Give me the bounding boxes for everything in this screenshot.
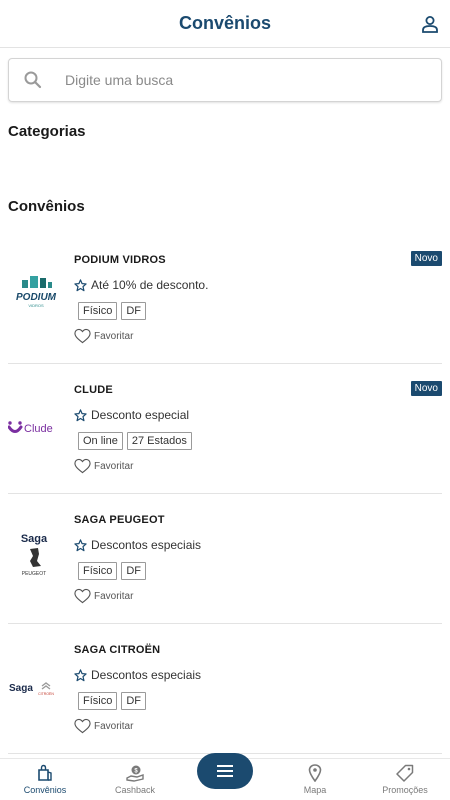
page-title: Convênios (178, 13, 271, 33)
star-icon (74, 538, 87, 551)
heart-icon (74, 588, 91, 604)
discount-text: Até 10% de desconto. (91, 278, 209, 292)
profile-button[interactable] (418, 12, 442, 36)
star-icon (74, 278, 87, 291)
heart-icon (74, 458, 91, 474)
discount-row: Descontos especiais (74, 668, 201, 682)
card-name: SAGA PEUGEOT (74, 514, 165, 526)
list-item[interactable]: Saga PEUGEOT SAGA PEUGEOT Descontos espe… (8, 494, 442, 624)
new-badge: Novo (410, 381, 442, 396)
saga-peugeot-logo: Saga PEUGEOT (8, 530, 64, 586)
search-icon (24, 71, 42, 89)
discount-text: Descontos especiais (91, 538, 202, 552)
heart-icon (74, 718, 91, 734)
svg-text:PEUGEOT: PEUGEOT (22, 571, 46, 577)
nav-label: Mapa (303, 785, 327, 795)
list-item[interactable]: Saga CITROËN SAGA CITROËN Descontos espe… (8, 624, 442, 754)
search-input[interactable] (65, 72, 405, 88)
svg-text:Clude: Clude (24, 423, 53, 435)
clude-logo: Clude (8, 400, 64, 456)
saga-citroen-logo: Saga CITROËN (8, 660, 64, 716)
star-icon (74, 668, 87, 681)
nav-label: Convênios (23, 785, 67, 795)
agreements-list: PODIUM VIDROS PODIUM VIDROS Novo Até 10%… (8, 234, 442, 754)
tag: DF (121, 692, 147, 710)
star-icon (74, 408, 87, 421)
svg-text:Saga: Saga (21, 533, 48, 545)
favorite-label: Favoritar (94, 590, 134, 602)
podium-logo: PODIUM VIDROS (8, 270, 64, 326)
card-name: PODIUM VIDROS (74, 254, 166, 266)
favorite-button[interactable]: Favoritar (74, 588, 133, 604)
menu-icon (217, 765, 233, 777)
tag: On line (78, 432, 123, 450)
discount-row: Desconto especial (74, 408, 189, 422)
card-name: CLUDE (74, 384, 113, 396)
svg-text:Saga: Saga (9, 683, 33, 694)
menu-button[interactable] (197, 753, 253, 789)
tags: On line 27 Estados (78, 432, 192, 450)
tags: Físico DF (78, 562, 147, 580)
discount-text: Desconto especial (91, 408, 190, 422)
list-item[interactable]: Clude CLUDE Novo Desconto especial On li… (8, 364, 442, 494)
cashback-icon: $ (126, 765, 144, 782)
svg-text:CITROËN: CITROËN (38, 692, 54, 696)
nav-item-mapa[interactable]: Mapa (270, 764, 360, 795)
new-badge: Novo (410, 251, 442, 266)
map-pin-icon (308, 764, 322, 782)
search-bar[interactable] (8, 58, 442, 102)
favorite-button[interactable]: Favoritar (74, 328, 133, 344)
list-item[interactable]: PODIUM VIDROS PODIUM VIDROS Novo Até 10%… (8, 234, 442, 364)
tag: DF (121, 562, 147, 580)
favorite-label: Favoritar (94, 720, 134, 732)
tag: DF (121, 302, 147, 320)
user-icon (422, 16, 438, 33)
heart-icon (74, 328, 91, 344)
discount-row: Até 10% de desconto. (74, 278, 208, 292)
favorite-label: Favoritar (94, 330, 134, 342)
card-name: SAGA CITROËN (74, 644, 161, 656)
svg-text:VIDROS: VIDROS (28, 303, 44, 308)
tags: Físico DF (78, 692, 147, 710)
agreements-heading: Convênios (8, 198, 85, 215)
app-header: Convênios (0, 0, 450, 48)
shopping-bag-icon (38, 764, 52, 781)
nav-item-convenios[interactable]: Convênios (0, 764, 90, 795)
tag: Físico (78, 692, 118, 710)
nav-label: Promoções (382, 785, 428, 795)
tag: Físico (78, 302, 118, 320)
categories-heading: Categorias (8, 123, 86, 140)
tag: Físico (78, 562, 118, 580)
nav-item-promocoes[interactable]: Promoções (360, 764, 450, 795)
favorite-button[interactable]: Favoritar (74, 718, 133, 734)
svg-text:PODIUM: PODIUM (16, 292, 57, 303)
tag-icon (396, 764, 414, 782)
bottom-navigation: Convênios $ Cashback Mapa Promoções (0, 753, 450, 800)
favorite-label: Favoritar (94, 460, 134, 472)
favorite-button[interactable]: Favoritar (74, 458, 133, 474)
nav-label: Cashback (114, 785, 156, 795)
discount-text: Descontos especiais (91, 668, 202, 682)
discount-row: Descontos especiais (74, 538, 201, 552)
nav-item-cashback[interactable]: $ Cashback (90, 764, 180, 795)
tags: Físico DF (78, 302, 147, 320)
tag: 27 Estados (126, 432, 192, 450)
